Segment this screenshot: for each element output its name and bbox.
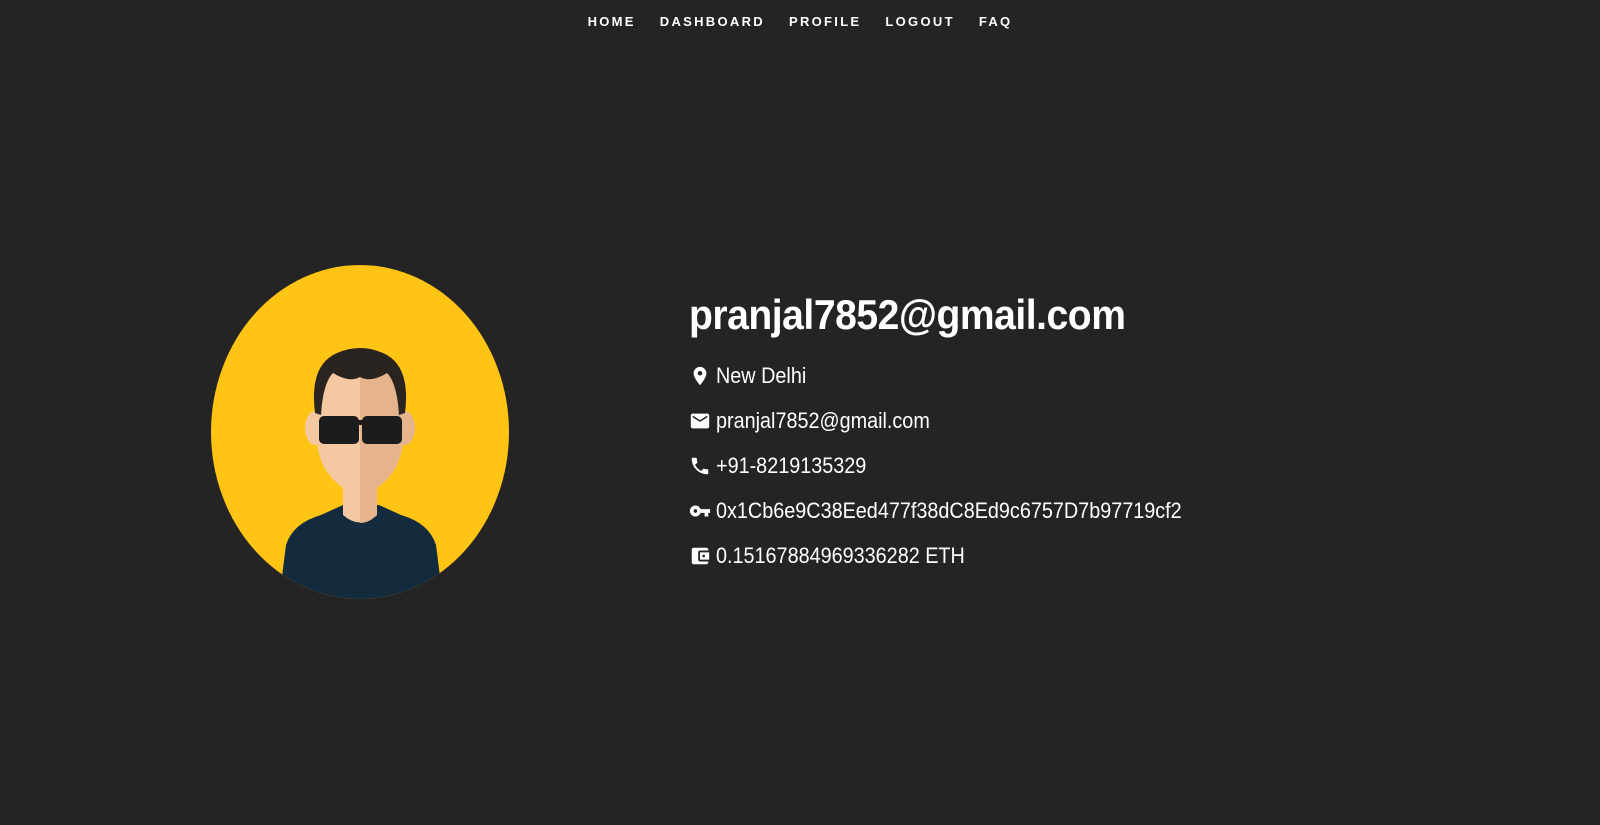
nav-profile-link[interactable]: PROFILE bbox=[777, 12, 873, 32]
top-navigation: HOME DASHBOARD PROFILE LOGOUT FAQ bbox=[0, 12, 1600, 32]
location-row: New Delhi bbox=[689, 353, 1233, 398]
profile-page: HOME DASHBOARD PROFILE LOGOUT FAQ pranja… bbox=[0, 0, 1600, 825]
avatar-illustration bbox=[211, 265, 509, 599]
wallet-address-row: 0x1Cb6e9C38Eed477f38dC8Ed9c6757D7b97719c… bbox=[689, 488, 1233, 533]
balance-text: 0.15167884969336282 ETH bbox=[716, 542, 965, 568]
phone-text: +91-8219135329 bbox=[716, 452, 867, 478]
balance-row: 0.15167884969336282 ETH bbox=[689, 533, 1233, 578]
nav-dashboard-link[interactable]: DASHBOARD bbox=[648, 12, 777, 32]
phone-row: +91-8219135329 bbox=[689, 443, 1233, 488]
wallet-address-text: 0x1Cb6e9C38Eed477f38dC8Ed9c6757D7b97719c… bbox=[716, 497, 1182, 523]
email-icon bbox=[689, 410, 711, 432]
wallet-icon bbox=[689, 545, 711, 567]
avatar bbox=[211, 265, 509, 600]
nav-home-link[interactable]: HOME bbox=[576, 12, 648, 32]
nav-logout-link[interactable]: LOGOUT bbox=[873, 12, 966, 32]
profile-info: pranjal7852@gmail.com New Delhi pranjal7… bbox=[689, 287, 1233, 578]
email-row: pranjal7852@gmail.com bbox=[689, 398, 1233, 443]
profile-title: pranjal7852@gmail.com bbox=[689, 291, 1126, 338]
location-pin-icon bbox=[689, 365, 711, 387]
key-icon bbox=[689, 500, 711, 522]
phone-icon bbox=[689, 455, 711, 477]
location-text: New Delhi bbox=[716, 362, 807, 388]
nav-faq-link[interactable]: FAQ bbox=[967, 12, 1025, 32]
email-text: pranjal7852@gmail.com bbox=[716, 407, 930, 433]
